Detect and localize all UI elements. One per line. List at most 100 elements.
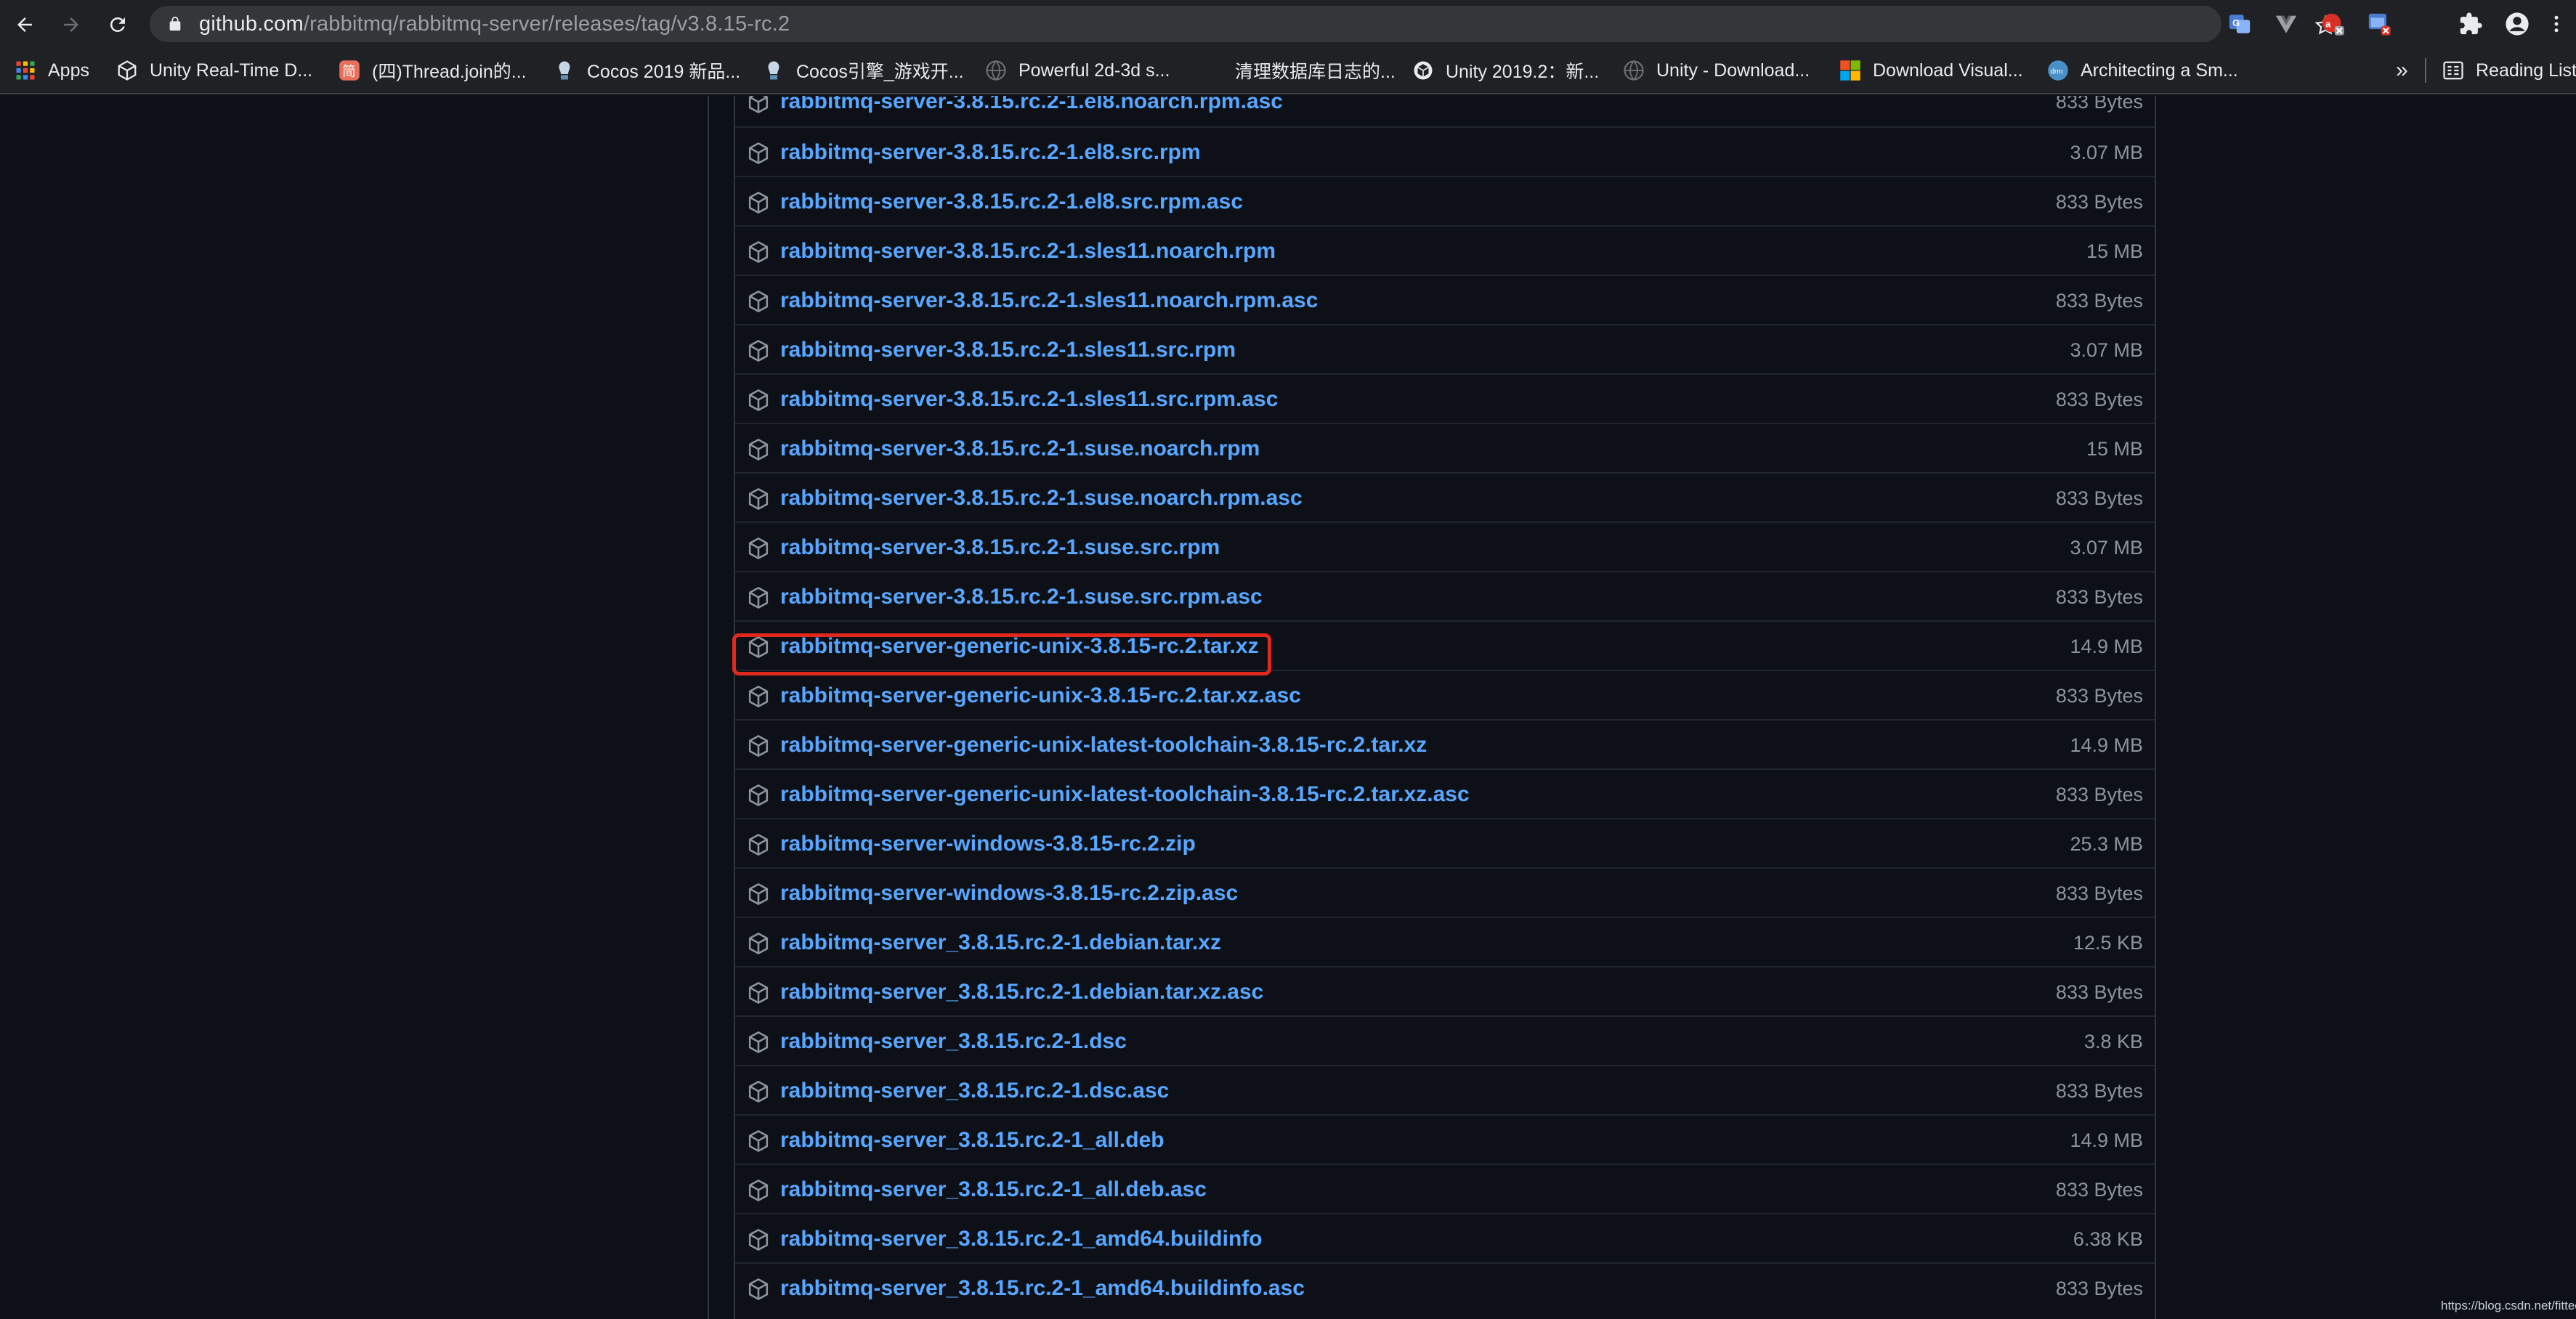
- cocos-icon: [554, 60, 575, 81]
- package-icon: [747, 586, 770, 609]
- vue-devtools-extension-icon[interactable]: [2272, 10, 2300, 38]
- asset-size: 833 Bytes: [2055, 96, 2143, 113]
- asset-link[interactable]: rabbitmq-server-3.8.15.rc.2-1.sles11.noa…: [780, 276, 1318, 325]
- asset-row: rabbitmq-server-3.8.15.rc.2-1.suse.src.r…: [735, 521, 2155, 571]
- bookmark-cocos-engine[interactable]: Cocos引擎_游戏开...: [763, 48, 964, 93]
- asset-size: 833 Bytes: [2055, 1179, 2143, 1201]
- asset-row: rabbitmq-server-3.8.15.rc.2-1.el8.noarch…: [735, 96, 2155, 126]
- asset-link[interactable]: rabbitmq-server_3.8.15.rc.2-1.debian.tar…: [780, 918, 1221, 967]
- release-page: rabbitmq-server-3.8.15.rc.2-1.el8.noarch…: [0, 96, 2576, 1319]
- asset-size: 833 Bytes: [2055, 1080, 2143, 1102]
- package-icon: [747, 833, 770, 856]
- asset-link[interactable]: rabbitmq-server_3.8.15.rc.2-1_amd64.buil…: [780, 1264, 1305, 1313]
- asset-row: rabbitmq-server_3.8.15.rc.2-1.debian.tar…: [735, 966, 2155, 1015]
- bookmark-label: Unity Real-Time D...: [150, 60, 313, 81]
- bookmarks-overflow-button[interactable]: »: [2396, 48, 2408, 93]
- profile-avatar-icon[interactable]: [2503, 10, 2531, 38]
- package-icon: [747, 339, 770, 362]
- bookmark-download-visual[interactable]: Download Visual...: [1839, 48, 2023, 93]
- svg-text:简: 简: [342, 64, 356, 80]
- asset-link[interactable]: rabbitmq-server-3.8.15.rc.2-1.suse.src.r…: [780, 523, 1220, 572]
- asset-row: rabbitmq-server-generic-unix-latest-tool…: [735, 719, 2155, 768]
- asset-size: 833 Bytes: [2055, 685, 2143, 707]
- asset-link[interactable]: rabbitmq-server-windows-3.8.15-rc.2.zip: [780, 819, 1196, 869]
- asset-link[interactable]: rabbitmq-server-3.8.15.rc.2-1.sles11.src…: [780, 325, 1236, 375]
- bookmark-apps[interactable]: Apps: [15, 48, 89, 93]
- bookmarks-divider: [2425, 58, 2426, 83]
- asset-link[interactable]: rabbitmq-server_3.8.15.rc.2-1_all.deb.as…: [780, 1165, 1207, 1214]
- window-extension-icon[interactable]: [2365, 10, 2393, 38]
- lock-icon: [169, 16, 181, 31]
- extensions-puzzle-icon[interactable]: [2457, 10, 2484, 38]
- bookmark-unity-download[interactable]: Unity - Download...: [1623, 48, 1810, 93]
- address-bar[interactable]: github.com/rabbitmq/rabbitmq-server/rele…: [150, 6, 2336, 42]
- drm-icon: drm: [2047, 60, 2069, 81]
- url-text[interactable]: github.com/rabbitmq/rabbitmq-server/rele…: [199, 6, 790, 42]
- unity-icon: [1412, 60, 1434, 81]
- bookmark-powerful-2d3d[interactable]: Powerful 2d-3d s...: [985, 48, 1170, 93]
- package-icon: [747, 1179, 770, 1202]
- asset-link[interactable]: rabbitmq-server_3.8.15.rc.2-1.dsc.asc: [780, 1066, 1169, 1116]
- asset-link[interactable]: rabbitmq-server_3.8.15.rc.2-1.debian.tar…: [780, 967, 1263, 1017]
- asset-row: rabbitmq-server-windows-3.8.15-rc.2.zip 2…: [735, 818, 2155, 867]
- asset-link[interactable]: rabbitmq-server-3.8.15.rc.2-1.sles11.src…: [780, 375, 1278, 424]
- asset-link[interactable]: rabbitmq-server-generic-unix-3.8.15-rc.2…: [780, 671, 1301, 721]
- bookmark-label: 清理数据库日志的...: [1235, 62, 1396, 82]
- bookmark-label: Unity 2019.2：新...: [1446, 62, 1600, 82]
- watermark: https://blog.csdn.net/fittec: [2441, 1299, 2576, 1312]
- bookmark-architecting[interactable]: drm Architecting a Sm...: [2047, 48, 2238, 93]
- browser-toolbar: github.com/rabbitmq/rabbitmq-server/rele…: [0, 0, 2576, 48]
- asset-size: 833 Bytes: [2055, 389, 2143, 410]
- translate-extension-icon[interactable]: G: [2226, 10, 2253, 38]
- package-icon: [747, 389, 770, 412]
- bookmark-db-log[interactable]: 清理数据库日志的...: [1202, 48, 1396, 93]
- pdf-extension-icon[interactable]: a: [2319, 10, 2346, 38]
- asset-link[interactable]: rabbitmq-server-generic-unix-3.8.15-rc.2…: [780, 622, 1259, 671]
- bookmark-label: Apps: [48, 60, 89, 81]
- asset-link[interactable]: rabbitmq-server_3.8.15.rc.2-1.dsc: [780, 1017, 1127, 1066]
- asset-size: 833 Bytes: [2055, 586, 2143, 608]
- reload-button[interactable]: [100, 7, 135, 42]
- package-icon: [747, 784, 770, 807]
- asset-link[interactable]: rabbitmq-server_3.8.15.rc.2-1_all.deb: [780, 1116, 1165, 1165]
- url-host: github.com: [199, 12, 304, 36]
- bookmark-thread-join[interactable]: 简 (四)Thread.join的...: [339, 48, 527, 93]
- asset-link[interactable]: rabbitmq-server-3.8.15.rc.2-1.suse.noarc…: [780, 424, 1260, 474]
- asset-row: rabbitmq-server-3.8.15.rc.2-1.sles11.src…: [735, 373, 2155, 423]
- asset-size: 833 Bytes: [2055, 784, 2143, 805]
- forward-button[interactable]: [54, 7, 89, 42]
- package-icon: [747, 636, 770, 659]
- package-icon: [747, 882, 770, 906]
- reload-icon: [110, 17, 125, 32]
- asset-size: 833 Bytes: [2055, 487, 2143, 509]
- asset-size: 6.38 KB: [2073, 1228, 2143, 1250]
- asset-link[interactable]: rabbitmq-server-3.8.15.rc.2-1.el8.src.rp…: [780, 177, 1243, 227]
- globe-icon: [1623, 60, 1645, 81]
- svg-text:drm: drm: [2050, 68, 2062, 76]
- asset-link[interactable]: rabbitmq-server-3.8.15.rc.2-1.el8.noarch…: [780, 96, 1283, 126]
- asset-row: rabbitmq-server-generic-unix-3.8.15-rc.2…: [735, 670, 2155, 719]
- cocos-icon: [763, 60, 785, 81]
- asset-link[interactable]: rabbitmq-server-generic-unix-latest-tool…: [780, 770, 1470, 819]
- asset-size: 3.07 MB: [2070, 142, 2143, 163]
- asset-link[interactable]: rabbitmq-server-3.8.15.rc.2-1.sles11.noa…: [780, 227, 1276, 276]
- chrome-menu-icon[interactable]: [2545, 10, 2567, 38]
- asset-link[interactable]: rabbitmq-server-windows-3.8.15-rc.2.zip.…: [780, 869, 1238, 918]
- arrow-right-icon: [64, 17, 78, 32]
- asset-link[interactable]: rabbitmq-server-generic-unix-latest-tool…: [780, 721, 1427, 770]
- asset-link[interactable]: rabbitmq-server-3.8.15.rc.2-1.el8.src.rp…: [780, 128, 1201, 177]
- asset-size: 833 Bytes: [2055, 981, 2143, 1003]
- bookmark-label: Cocos 2019 新品...: [587, 62, 741, 82]
- bookmark-unity-2019[interactable]: Unity 2019.2：新...: [1412, 48, 1599, 93]
- back-button[interactable]: [7, 7, 42, 42]
- asset-row: rabbitmq-server-3.8.15.rc.2-1.sles11.noa…: [735, 275, 2155, 324]
- asset-row: rabbitmq-server_3.8.15.rc.2-1_amd64.buil…: [735, 1213, 2155, 1262]
- reading-list-button[interactable]: Reading List: [2442, 48, 2576, 93]
- asset-size: 14.9 MB: [2070, 734, 2143, 756]
- asset-link[interactable]: rabbitmq-server-3.8.15.rc.2-1.suse.noarc…: [780, 474, 1303, 523]
- bookmark-unity-realtime[interactable]: Unity Real-Time D...: [116, 48, 312, 93]
- asset-link[interactable]: rabbitmq-server_3.8.15.rc.2-1_amd64.buil…: [780, 1214, 1263, 1264]
- asset-row: rabbitmq-server_3.8.15.rc.2-1_all.deb 14.…: [735, 1114, 2155, 1164]
- asset-link[interactable]: rabbitmq-server-3.8.15.rc.2-1.suse.src.r…: [780, 572, 1263, 622]
- bookmark-cocos-2019[interactable]: Cocos 2019 新品...: [554, 48, 740, 93]
